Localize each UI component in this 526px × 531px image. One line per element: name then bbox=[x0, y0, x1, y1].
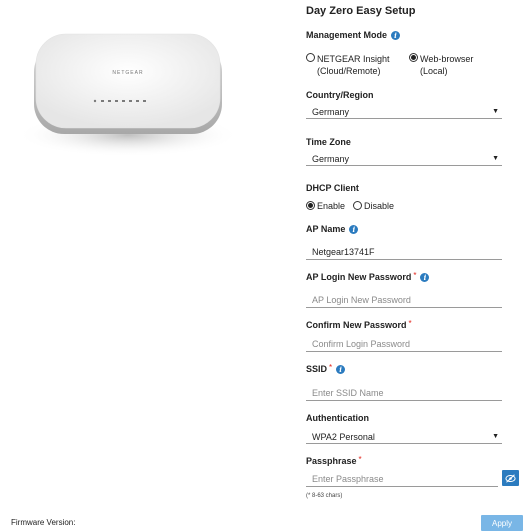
radio-web-browser[interactable]: Web-browser (Local) bbox=[409, 53, 473, 77]
passphrase-hint: (* 8-63 chars) bbox=[306, 493, 343, 499]
passphrase-label: Passphrase * bbox=[306, 454, 362, 467]
radio-netgear-insight[interactable]: NETGEAR Insight (Cloud/Remote) bbox=[306, 53, 390, 77]
info-icon[interactable]: i bbox=[420, 272, 430, 282]
time-zone-select[interactable]: Germany ▼ bbox=[306, 152, 502, 166]
confirm-password-input[interactable] bbox=[306, 336, 502, 352]
page-title: Day Zero Easy Setup bbox=[306, 5, 416, 17]
dropdown-arrow-icon: ▼ bbox=[492, 433, 499, 440]
ssid-input[interactable] bbox=[306, 385, 502, 401]
dropdown-arrow-icon: ▼ bbox=[492, 108, 499, 115]
dhcp-client-label: DHCP Client bbox=[306, 183, 359, 193]
device-brand-label: NETGEAR bbox=[112, 70, 143, 76]
country-region-label: Country/Region bbox=[306, 90, 374, 100]
radio-button-icon[interactable] bbox=[306, 53, 315, 62]
radio-button-selected-icon[interactable] bbox=[306, 201, 315, 210]
info-icon[interactable]: i bbox=[336, 364, 346, 374]
passphrase-input[interactable] bbox=[306, 471, 498, 487]
info-icon[interactable]: i bbox=[349, 224, 359, 234]
confirm-password-label: Confirm New Password * bbox=[306, 318, 412, 331]
ssid-label: SSID * i bbox=[306, 363, 346, 374]
radio-button-icon[interactable] bbox=[353, 201, 362, 210]
time-zone-label: Time Zone bbox=[306, 137, 351, 147]
eye-slash-icon bbox=[505, 473, 516, 483]
show-password-button[interactable] bbox=[502, 470, 519, 486]
dropdown-arrow-icon: ▼ bbox=[492, 155, 499, 162]
info-icon[interactable]: i bbox=[391, 30, 401, 40]
ap-name-label: AP Name i bbox=[306, 224, 359, 234]
access-point-image: NETGEAR bbox=[16, 33, 240, 157]
firmware-version-label: Firmware Version: bbox=[11, 518, 76, 527]
management-mode-label: Management Mode i bbox=[306, 30, 401, 40]
radio-dhcp-disable[interactable]: Disable bbox=[353, 200, 394, 212]
authentication-label: Authentication bbox=[306, 413, 369, 423]
country-region-select[interactable]: Germany ▼ bbox=[306, 105, 502, 119]
radio-dhcp-enable[interactable]: Enable bbox=[306, 200, 345, 212]
authentication-select[interactable]: WPA2 Personal ▼ bbox=[306, 430, 502, 444]
ap-login-password-label: AP Login New Password * i bbox=[306, 271, 430, 282]
ap-login-password-input[interactable] bbox=[306, 292, 502, 308]
apply-button[interactable]: Apply bbox=[481, 515, 523, 531]
ap-name-input[interactable]: Netgear13741F bbox=[306, 246, 502, 260]
radio-button-selected-icon[interactable] bbox=[409, 53, 418, 62]
